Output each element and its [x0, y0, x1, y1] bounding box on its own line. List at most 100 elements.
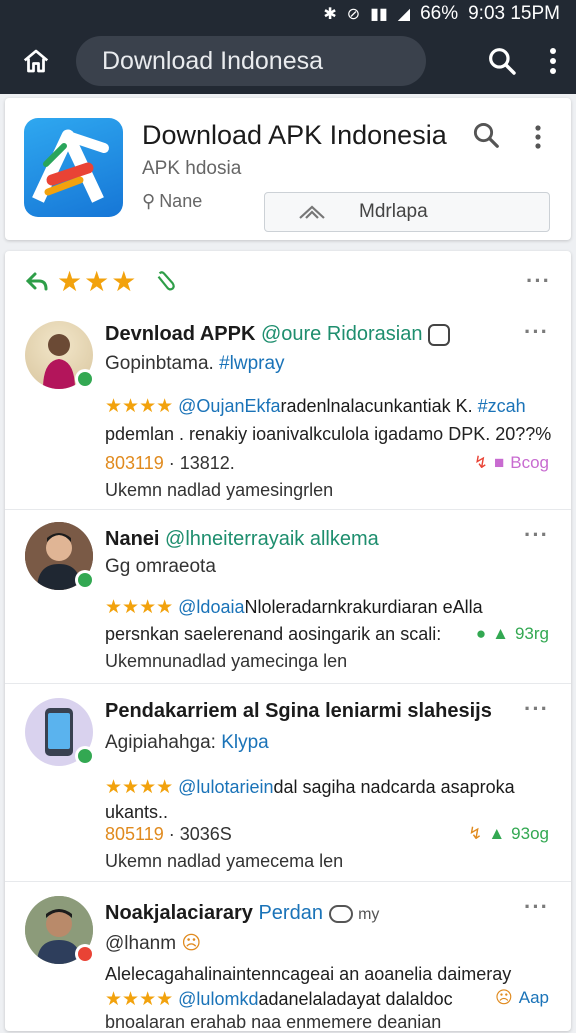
reaction-bar[interactable]: ☹ Aap [495, 988, 549, 1008]
clock: 9:03 15PM [468, 3, 560, 24]
tag-icon: ■ [493, 453, 505, 472]
rating-text: dal sagiha nadcarda asaproka [273, 777, 515, 797]
reply-icon[interactable] [25, 269, 49, 293]
app-title: Download APK Indonesia [142, 120, 447, 150]
mention-link[interactable]: @ldoaia [178, 597, 244, 617]
post-meta: 805119 · 3036S [105, 824, 232, 845]
install-button[interactable]: Mdrlapa [264, 192, 550, 232]
cell-signal-icon: ◢ [397, 6, 411, 23]
post-author: Noakjalaciarary Perdan my [105, 902, 379, 925]
list-item[interactable]: Devnload APPK @oure Ridorasian ··· Gopin… [5, 307, 571, 507]
subtitle-text: Agipiahahga: [105, 732, 216, 753]
instagram-icon[interactable] [428, 323, 451, 346]
rating-stars: ★★★★ [105, 396, 174, 417]
heart-icon[interactable]: ↯ [474, 453, 488, 473]
link-icon[interactable] [152, 268, 178, 294]
mention-link[interactable]: @OujanEkfa [178, 396, 280, 416]
thumbs-up-icon[interactable]: ▲ [492, 624, 509, 644]
hashtag-link[interactable]: #zcah [478, 396, 526, 416]
post-body: ukants.. [105, 802, 169, 822]
verified-badge-icon [75, 369, 95, 389]
reaction-bar[interactable]: ● ▲ 93rg [476, 624, 549, 644]
post-rating-line: ★★★★ @ldoaiaNloleradarnkrakurdiaran eAll… [105, 596, 551, 619]
author-extra: my [358, 906, 380, 923]
post-more-icon[interactable]: ··· [524, 522, 549, 548]
app-logo-icon[interactable] [24, 118, 123, 217]
author-name: Nanei [105, 528, 160, 550]
status-bar: ✱ ⊘ ▮▮ ◢ 66% 9:03 15PM [0, 0, 576, 28]
post-footer: Ukemn nadlad yamesingrlen [105, 480, 334, 500]
thumbs-up-icon[interactable]: ▲ [488, 824, 505, 844]
rating-stars: ★★★★ [105, 597, 174, 618]
author-handle[interactable]: Perdan [258, 902, 323, 924]
post-body: persnkan saelerenand aosingarik an scali… [105, 624, 441, 644]
list-item[interactable]: Noakjalaciarary Perdan my ··· @lhanm ☹ A… [5, 881, 571, 1032]
overflow-menu-icon[interactable] [548, 46, 558, 76]
emoji-icon: ☹ [181, 933, 202, 954]
app-subtitle: APK hdosia [142, 158, 242, 179]
post-footer: Ukemnunadlad yamecinga len [105, 651, 348, 671]
rating-text: Nloleradarnkrakurdiaran eAlla [244, 597, 483, 617]
reviews-feed: ★★★ ··· Devnload APPK @oure Ridorasian ·… [5, 251, 571, 1032]
post-author: Nanei @lhneiterrayaik allkema [105, 528, 379, 551]
post-rating-line: ★★★★ @lulomkdadanelaladayat dalaldoc [105, 988, 551, 1011]
app-meta-text: Nane [159, 191, 203, 211]
post-body: pdemlan . renakiy ioanivalkculola igadam… [105, 424, 551, 444]
reaction-count: Bcog [510, 453, 549, 472]
subtitle-text: @lhanm [105, 933, 177, 954]
verified-badge-icon [75, 570, 95, 590]
hashtag-link[interactable]: Klypa [221, 732, 269, 753]
location-icon[interactable]: ● [476, 624, 486, 644]
post-rating-line: ★★★★ @OujanEkfaradenlnalacunkantiak K. #… [105, 395, 551, 418]
rating-stars: ★★★★ [105, 777, 174, 798]
post-rating-line: ★★★★ @lulotarieindal sagiha nadcarda asa… [105, 776, 551, 799]
post-footer: bnoalaran erahab naa enmemere deanian [105, 1012, 442, 1032]
rating-stars: ★★★★ [105, 989, 174, 1010]
subtitle-text: Gopinbtama. [105, 353, 214, 374]
feed-more-icon[interactable]: ··· [526, 268, 551, 294]
rating-text: radenlnalacunkantiak K. [280, 396, 473, 416]
verified-badge-icon [75, 944, 95, 964]
heart-icon[interactable]: ↯ [468, 824, 482, 844]
post-more-icon[interactable]: ··· [524, 319, 549, 345]
top-app-bar: Download Indonesa [0, 28, 576, 94]
app-info-card: Download APK Indonesia APK hdosia ⚲ Nane… [5, 98, 571, 240]
reaction-count: 93og [511, 824, 549, 843]
install-button-label: Mdrlapa [359, 201, 428, 222]
home-icon [23, 49, 49, 73]
chevron-up-icon [299, 205, 325, 219]
list-item[interactable]: Pendakarriem al Sgina leniarmi slahesijs… [5, 683, 571, 880]
search-icon[interactable] [486, 45, 518, 77]
search-text: Download Indonesa [102, 46, 323, 75]
signal-icon: ▮▮ [370, 6, 388, 23]
user-icon: ⚲ [142, 191, 156, 211]
search-icon[interactable] [471, 120, 501, 150]
reaction-bar[interactable]: ↯ ▲ 93og [468, 824, 549, 844]
post-date: 803119 [105, 453, 164, 473]
post-more-icon[interactable]: ··· [524, 894, 549, 920]
post-date: 805119 [105, 824, 164, 844]
rating-text: adanelaladayat dalaldoc [258, 989, 453, 1009]
reaction-bar[interactable]: ↯ ■ Bcog [474, 453, 549, 473]
more-vert-icon[interactable] [533, 124, 543, 150]
search-input[interactable]: Download Indonesa [76, 36, 426, 86]
post-footer: Ukemn nadlad yamecema len [105, 851, 344, 871]
hashtag-link[interactable]: #lwpray [219, 353, 284, 374]
mute-icon: ⊘ [346, 6, 361, 23]
post-body: Alelecagahalinaintenncageai an aoanelia … [105, 964, 512, 984]
author-handle[interactable]: @oure Ridorasian [261, 323, 423, 345]
verified-badge-icon [75, 746, 95, 766]
post-id: · 3036S [163, 824, 232, 844]
chat-icon[interactable] [328, 904, 353, 923]
mention-link[interactable]: @lulotariein [178, 777, 273, 797]
app-meta: ⚲ Nane [142, 191, 202, 212]
mention-link[interactable]: @lulomkd [178, 989, 258, 1009]
home-button[interactable] [16, 46, 56, 76]
post-more-icon[interactable]: ··· [524, 696, 549, 722]
emoji-icon[interactable]: ☹ [495, 988, 513, 1008]
bluetooth-icon: ✱ [323, 6, 337, 23]
reaction-count: Aap [518, 988, 549, 1007]
author-handle[interactable]: @lhneiterrayaik allkema [165, 528, 379, 550]
list-item[interactable]: Nanei @lhneiterrayaik allkema ··· Gg omr… [5, 509, 571, 682]
header-rating-stars: ★★★ [57, 265, 139, 297]
